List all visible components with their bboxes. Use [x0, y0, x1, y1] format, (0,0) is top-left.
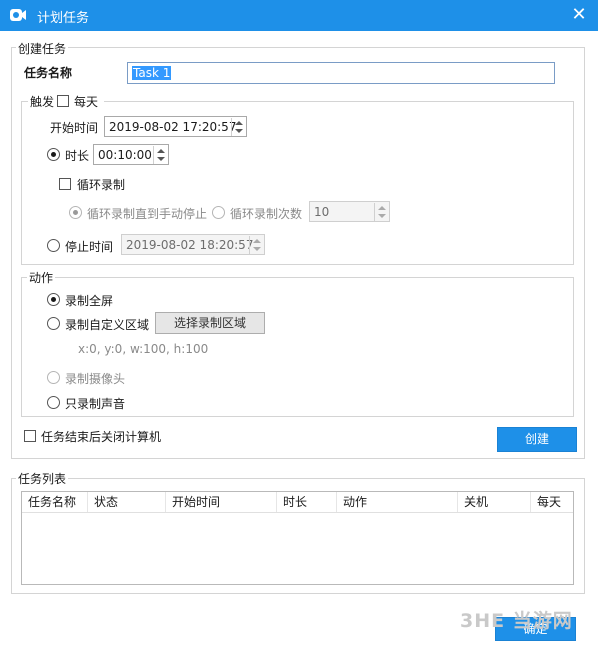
record-camera-label: 录制摄像头 [65, 372, 126, 386]
task-list-table[interactable]: 任务名称 状态 开始时间 时长 动作 关机 每天 [21, 491, 574, 585]
spin-up-icon[interactable] [253, 239, 261, 243]
shutdown-label: 任务结束后关闭计算机 [41, 430, 162, 444]
task-list-legend: 任务列表 [16, 470, 69, 487]
title-bar: 计划任务 ✕ [0, 0, 598, 31]
stop-time-radio[interactable] [47, 239, 60, 252]
camera-app-icon [10, 9, 26, 21]
column-header-task-name[interactable]: 任务名称 [22, 492, 88, 512]
loop-count-radio[interactable] [212, 206, 225, 219]
task-list-header: 任务名称 状态 开始时间 时长 动作 关机 每天 [22, 492, 573, 513]
loop-until-stop-radio[interactable] [69, 206, 82, 219]
column-header-duration[interactable]: 时长 [277, 492, 337, 512]
column-header-status[interactable]: 状态 [88, 492, 166, 512]
record-fullscreen-label: 录制全屏 [65, 294, 114, 308]
loop-count-spinner[interactable] [374, 203, 388, 221]
stop-time-label: 停止时间 [65, 240, 114, 254]
close-icon[interactable]: ✕ [566, 3, 592, 27]
everyday-label: 每天 [74, 95, 99, 109]
duration-label: 时长 [65, 149, 90, 163]
spin-up-icon[interactable] [378, 206, 386, 210]
audio-only-radio[interactable] [47, 396, 60, 409]
loop-count-value: 10 [314, 205, 330, 219]
start-time-spinner[interactable] [231, 118, 245, 136]
record-custom-region-label: 录制自定义区域 [65, 318, 150, 332]
region-coords: x:0, y:0, w:100, h:100 [78, 342, 209, 356]
audio-only-label: 只录制声音 [65, 397, 126, 411]
task-name-input[interactable]: Task 1 [127, 62, 555, 84]
column-header-everyday[interactable]: 每天 [531, 492, 573, 512]
record-fullscreen-radio[interactable] [47, 293, 60, 306]
column-header-shutdown[interactable]: 关机 [458, 492, 531, 512]
loop-count-input[interactable]: 10 [309, 201, 390, 222]
loop-record-label: 循环录制 [77, 178, 126, 192]
spin-down-icon[interactable] [253, 247, 261, 251]
task-name-label: 任务名称 [24, 66, 73, 80]
spin-up-icon[interactable] [235, 121, 243, 125]
record-camera-radio[interactable] [47, 371, 60, 384]
trigger-legend: 触发 [30, 95, 55, 109]
trigger-legend-row: 触发 每天 [28, 93, 104, 109]
start-time-label: 开始时间 [50, 121, 99, 135]
stop-time-input[interactable]: 2019-08-02 18:20:57 [121, 234, 265, 255]
spin-down-icon[interactable] [157, 157, 165, 161]
spin-down-icon[interactable] [378, 214, 386, 218]
create-button[interactable]: 创建 [497, 427, 577, 452]
stop-time-spinner[interactable] [249, 236, 263, 254]
start-time-input[interactable]: 2019-08-02 17:20:57 [104, 116, 247, 137]
everyday-checkbox[interactable] [57, 95, 69, 107]
site-watermark: 3HE 当游网 [460, 610, 573, 632]
shutdown-checkbox[interactable] [24, 430, 36, 442]
action-legend: 动作 [27, 269, 56, 286]
window-title: 计划任务 [37, 11, 90, 26]
duration-input[interactable]: 00:10:00 [93, 144, 169, 165]
column-header-start-time[interactable]: 开始时间 [166, 492, 277, 512]
duration-value: 00:10:00 [98, 148, 152, 162]
select-region-button[interactable]: 选择录制区域 [155, 312, 265, 334]
loop-until-stop-label: 循环录制直到手动停止 [87, 207, 208, 221]
start-time-value: 2019-08-02 17:20:57 [109, 120, 237, 134]
spin-down-icon[interactable] [235, 129, 243, 133]
column-header-action[interactable]: 动作 [337, 492, 458, 512]
duration-radio[interactable] [47, 148, 60, 161]
duration-spinner[interactable] [153, 146, 167, 164]
record-custom-region-radio[interactable] [47, 317, 60, 330]
spin-up-icon[interactable] [157, 149, 165, 153]
create-task-legend: 创建任务 [16, 40, 69, 57]
loop-record-checkbox[interactable] [59, 178, 71, 190]
loop-count-label: 循环录制次数 [230, 207, 303, 221]
stop-time-value: 2019-08-02 18:20:57 [126, 238, 254, 252]
task-name-value: Task 1 [132, 66, 172, 80]
